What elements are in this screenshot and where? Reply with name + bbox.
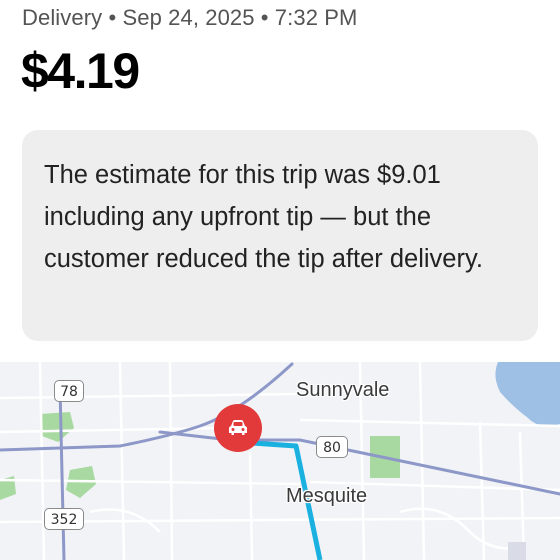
water-area [495,362,560,426]
map-block [508,542,526,560]
route-78-shield: 78 [54,380,84,402]
trip-meta: Delivery • Sep 24, 2025 • 7:32 PM [22,5,358,30]
map-canvas [0,362,560,560]
mesquite-label: Mesquite [286,485,368,507]
park-area [40,412,74,442]
vehicle-pin[interactable] [214,404,262,452]
car-icon [229,420,247,435]
tip-notice-card: The estimate for this trip was $9.01 inc… [22,130,538,341]
route-80-shield: 80 [316,436,348,458]
sunnyvale-label: Sunnyvale [296,379,390,401]
tip-notice-text: The estimate for this trip was $9.01 inc… [44,161,483,273]
route-map[interactable]: Sunnyvale Mesquite 78 80 352 [0,362,560,560]
trip-amount: $4.19 [21,43,140,99]
route-352-shield: 352 [44,508,84,530]
